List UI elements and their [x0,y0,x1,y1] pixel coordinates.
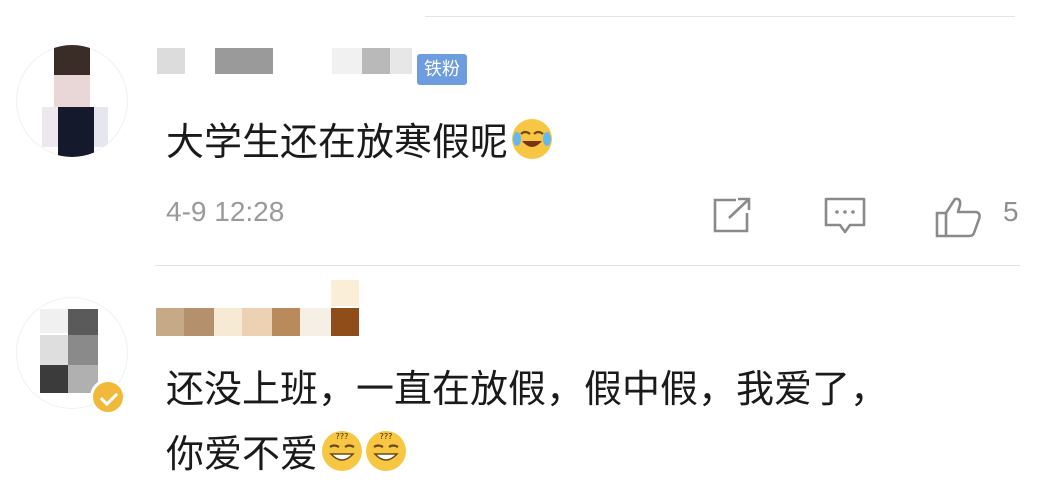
user-avatar[interactable] [16,45,128,157]
avatar-pixel [58,107,94,157]
avatar-pixel [68,309,98,335]
avatar-pixel [40,309,68,333]
avatar-pixel [54,45,90,75]
mosaic-block [300,308,331,336]
top-divider [425,16,1015,17]
svg-text:???: ??? [380,432,393,441]
share-icon [713,197,751,233]
mosaic-block [156,308,184,336]
dizzy-grin-emoji-icon: ??? [322,431,363,471]
mosaic-block [390,48,412,74]
comment-text-line-2: 你爱不爱 ??? ??? [166,425,407,483]
username-mosaic[interactable] [157,48,417,78]
mosaic-block [242,308,272,336]
avatar-pixel [42,107,58,147]
mosaic-block [331,308,359,336]
like-count: 5 [1003,196,1019,227]
reply-button[interactable] [823,196,867,240]
mosaic-block [332,48,362,74]
comment-timestamp: 4-9 12:28 [166,196,285,227]
mosaic-block [272,308,300,336]
avatar-pixel [94,107,108,147]
avatar-pixel [40,335,68,365]
svg-text:???: ??? [336,432,349,441]
verified-badge-icon [90,379,126,415]
comment-body: 你爱不爱 [166,432,319,476]
comment-divider [155,265,1020,266]
crying-laughing-emoji-icon [512,119,553,159]
fan-badge: 铁粉 [417,54,467,85]
mosaic-block [362,48,390,74]
avatar-pixel [40,365,68,393]
mosaic-block [215,48,273,74]
avatar-pixel [68,335,98,365]
comment-body: 大学生还在放寒假呢 [166,120,509,164]
share-button[interactable] [711,196,753,238]
avatar-pixel [54,75,90,107]
like-button[interactable] [933,196,983,242]
comment-text: 还没上班，一直在放假，假中假，我爱了， [166,367,889,411]
mosaic-block [184,308,214,336]
mosaic-block [331,280,359,306]
mosaic-block [157,48,185,74]
username-mosaic[interactable] [156,280,366,340]
mosaic-block [214,308,242,336]
reply-icon [824,197,866,234]
thumbs-up-icon [935,197,981,238]
comment-text: 大学生还在放寒假呢 [166,113,553,171]
dizzy-grin-emoji-icon: ??? [366,431,407,471]
